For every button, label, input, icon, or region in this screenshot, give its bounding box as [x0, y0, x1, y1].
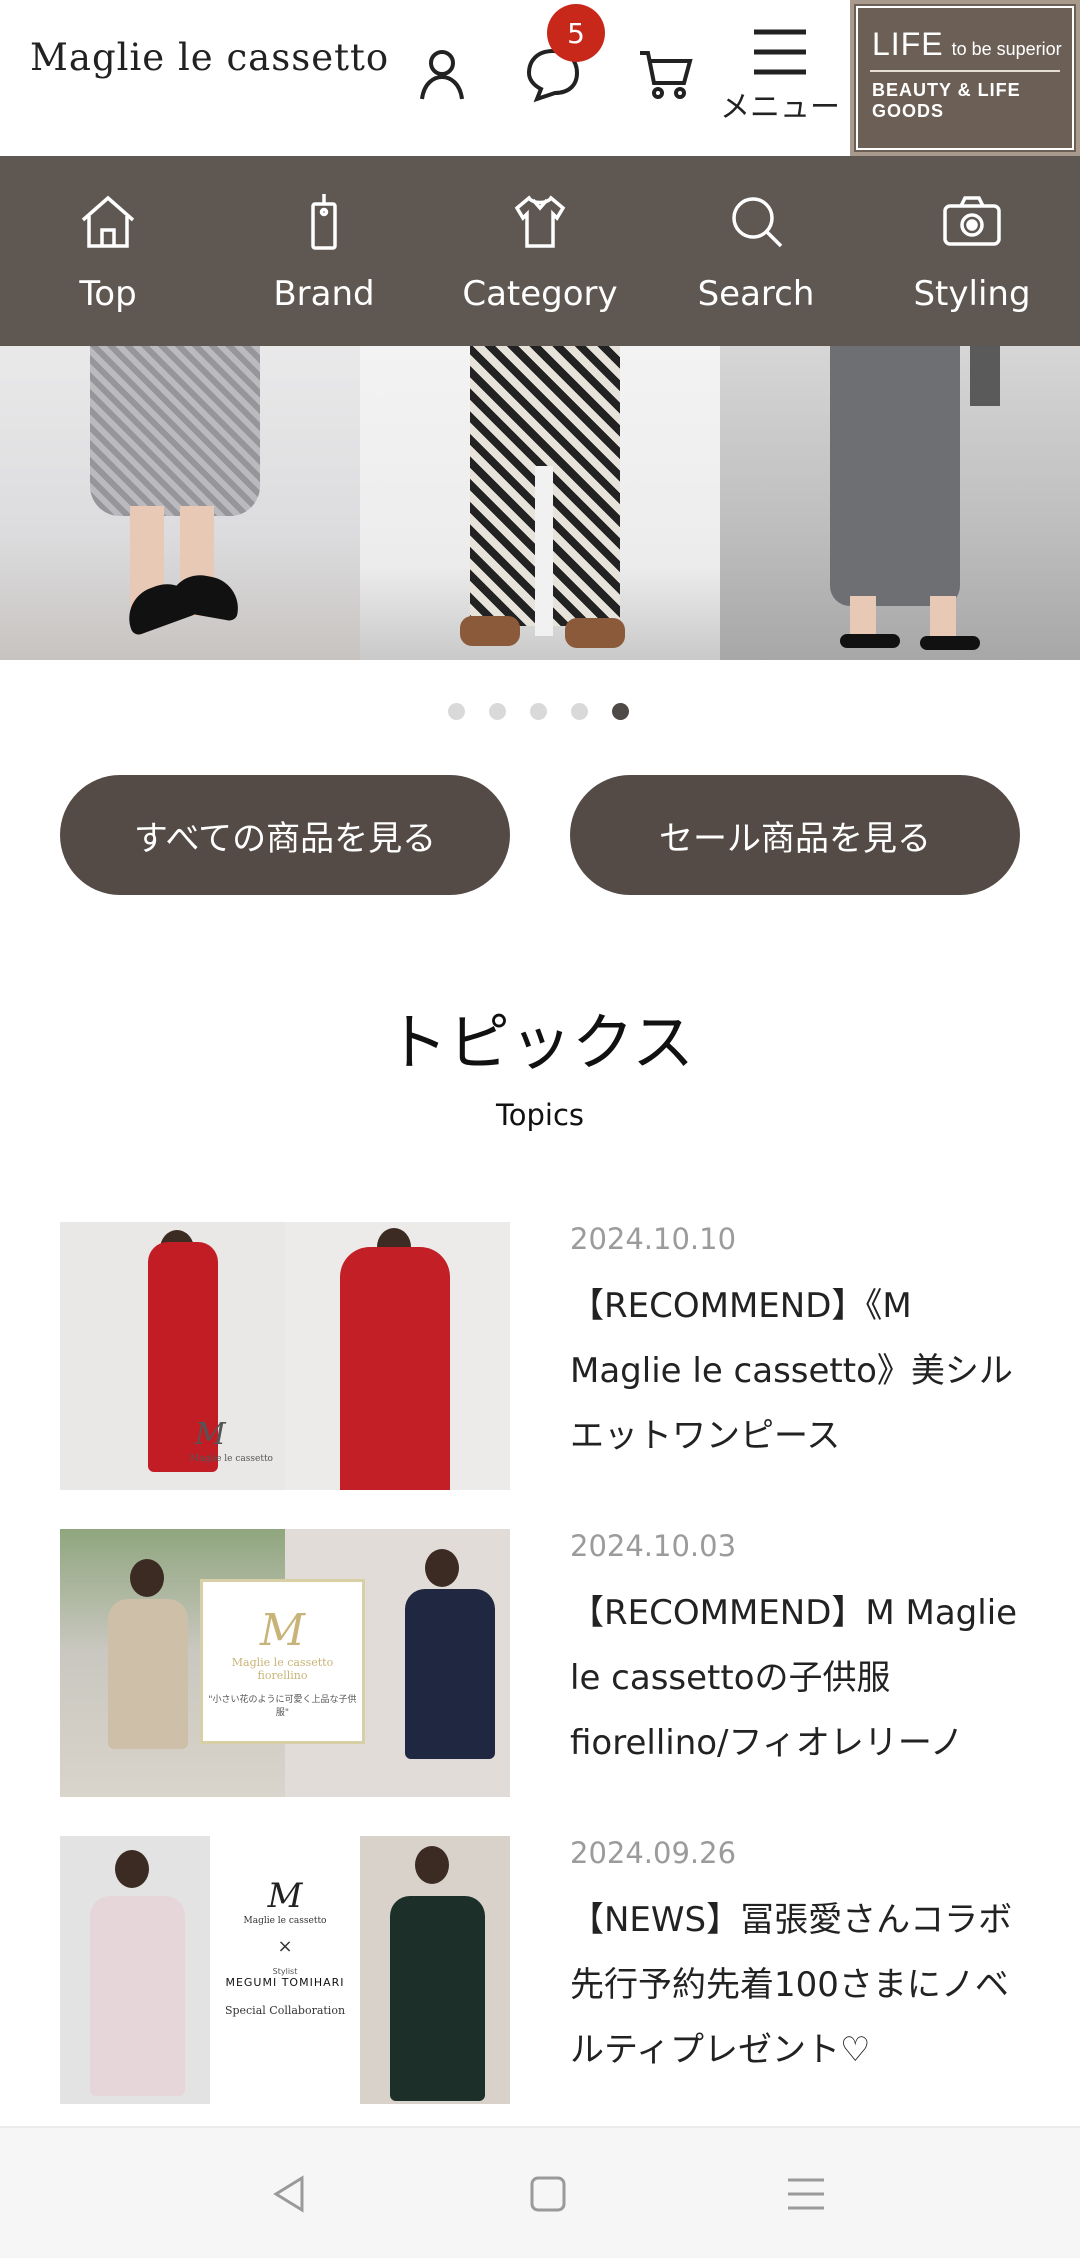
nav-label-brand: Brand	[273, 274, 375, 314]
thumb-stylist-text: Stylist	[272, 1967, 298, 1976]
nav-label-top: Top	[79, 274, 137, 314]
divider	[870, 70, 1060, 72]
life-banner-title: LIFE	[872, 26, 944, 62]
account-button[interactable]	[402, 28, 482, 118]
view-sale-items-button[interactable]: セール商品を見る	[570, 775, 1020, 895]
carousel-dot[interactable]	[448, 703, 465, 720]
topic-item[interactable]: M Maglie le cassetto × Stylist MEGUMI TO…	[60, 1836, 1020, 2106]
thumb-collab-text: Special Collaboration	[224, 2004, 346, 2017]
topic-date: 2024.09.26	[570, 1836, 737, 1870]
view-all-items-button[interactable]: すべての商品を見る	[60, 775, 510, 895]
life-banner-goods: BEAUTY & LIFE GOODS	[872, 80, 1021, 121]
nav-label-search: Search	[697, 274, 815, 314]
category-nav: Top Brand Category Search Styling	[0, 156, 1080, 346]
topic-thumbnail: M Maglie le cassetto fiorellino "小さい花のよう…	[60, 1529, 510, 1797]
thumb-logo-text: Maglie le cassetto	[243, 1916, 327, 1926]
system-back-button[interactable]	[260, 2164, 320, 2224]
shirt-icon	[514, 195, 566, 248]
topic-thumbnail: M Maglie le cassetto × Stylist MEGUMI TO…	[60, 1836, 510, 2104]
search-icon	[732, 197, 783, 248]
thumb-logo-card: M Maglie le cassetto fiorellino "小さい花のよう…	[200, 1579, 365, 1744]
nav-item-styling[interactable]: Styling	[864, 156, 1080, 346]
header: Maglie le cassetto 5 メニュー LIFE to be supe…	[0, 0, 1080, 156]
cart-icon	[640, 51, 693, 99]
topic-thumbnail: M Maglie le cassetto	[60, 1222, 510, 1490]
nav-item-search[interactable]: Search	[648, 156, 864, 346]
camera-icon	[943, 196, 1001, 246]
system-nav-bar	[0, 2126, 1080, 2258]
user-icon	[420, 50, 464, 100]
hero-image	[360, 346, 720, 660]
section-title: トピックス	[385, 1006, 695, 1079]
carousel-dot[interactable]	[571, 703, 588, 720]
nav-label-styling: Styling	[913, 274, 1031, 314]
topic-title[interactable]: 【NEWS】冨張愛さんコラボ 先行予約先着100さまにノベルティプレゼント♡	[570, 1888, 1020, 2083]
thumb-sub-text: fiorellino	[257, 1669, 308, 1682]
cart-button[interactable]	[626, 28, 706, 118]
system-home-button[interactable]	[518, 2164, 578, 2224]
brand-logo[interactable]: Maglie le cassetto	[30, 36, 389, 79]
thumb-logo-text: Maglie le cassetto	[231, 1656, 334, 1669]
thumb-collab-card: M Maglie le cassetto × Stylist MEGUMI TO…	[210, 1836, 360, 2104]
hero-carousel[interactable]	[0, 346, 1080, 660]
menu-button[interactable]: メニュー	[710, 20, 850, 130]
nav-item-top[interactable]: Top	[0, 156, 216, 346]
home-square-icon	[530, 2176, 566, 2212]
carousel-pagination	[448, 703, 629, 720]
life-banner[interactable]: LIFE to be superior BEAUTY & LIFE GOODS	[850, 0, 1080, 156]
menu-label: メニュー	[720, 90, 840, 125]
notification-badge: 5	[547, 4, 605, 62]
topic-title[interactable]: 【RECOMMEND】《M Maglie le cassetto》美シルエットワ…	[570, 1274, 1020, 1469]
life-banner-tagline: to be superior	[951, 39, 1062, 59]
hamburger-icon	[754, 29, 806, 75]
topic-item[interactable]: M Maglie le cassetto fiorellino "小さい花のよう…	[60, 1529, 1020, 1799]
topic-title[interactable]: 【RECOMMEND】M Maglie le cassettoの子供服 fior…	[570, 1581, 1020, 1776]
nav-item-brand[interactable]: Brand	[216, 156, 432, 346]
recents-lines-icon	[788, 2178, 824, 2210]
topic-date: 2024.10.10	[570, 1222, 737, 1256]
carousel-dot-active[interactable]	[612, 703, 629, 720]
system-recents-button[interactable]	[776, 2164, 836, 2224]
thumb-logo-text: Maglie le cassetto	[190, 1454, 273, 1464]
topic-date: 2024.10.03	[570, 1529, 737, 1563]
hero-image	[0, 346, 360, 660]
back-triangle-icon	[273, 2175, 304, 2213]
topic-item[interactable]: M Maglie le cassetto 2024.10.10 【RECOMME…	[60, 1222, 1020, 1492]
thumb-name-text: MEGUMI TOMIHARI	[225, 1976, 345, 1989]
home-icon	[81, 195, 135, 248]
thumb-copy-text: "小さい花のように可愛く上品な子供服"	[208, 1695, 357, 1718]
carousel-dot[interactable]	[530, 703, 547, 720]
carousel-dot[interactable]	[489, 703, 506, 720]
tag-icon	[311, 194, 337, 250]
nav-label-category: Category	[462, 274, 618, 314]
nav-item-category[interactable]: Category	[432, 156, 648, 346]
hero-image	[720, 346, 1080, 660]
section-subtitle: Topics	[495, 1098, 585, 1132]
